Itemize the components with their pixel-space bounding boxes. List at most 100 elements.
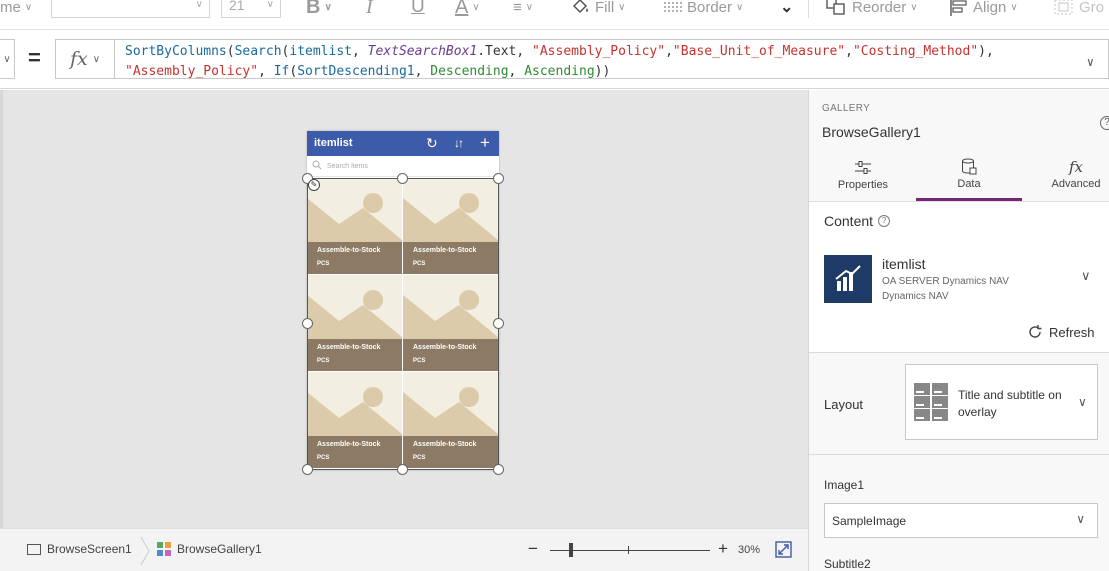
gallery-item[interactable]: Assemble-to-Stock PCS	[403, 372, 498, 468]
zoom-level: 30%	[738, 544, 761, 556]
breadcrumb-control[interactable]: BrowseGallery1	[157, 542, 262, 556]
more-options-button[interactable]: ⌄	[780, 0, 793, 19]
chevron-down-icon: ∨	[24, 1, 33, 13]
info-icon[interactable]: ?	[878, 215, 891, 227]
border-button[interactable]: Border ∨	[663, 0, 743, 19]
italic-icon: I	[366, 0, 373, 18]
gallery-item[interactable]: Assemble-to-Stock PCS	[307, 178, 402, 274]
gallery-item[interactable]: Assemble-to-Stock PCS	[403, 178, 498, 274]
content-label: Content ?	[824, 213, 891, 229]
add-icon[interactable]: +	[480, 134, 490, 152]
italic-button[interactable]: I	[366, 0, 373, 19]
gallery-item-subtitle: PCS	[413, 455, 426, 461]
tab-advanced[interactable]: fx Advanced	[1023, 153, 1109, 201]
formula-token: ,	[352, 44, 368, 59]
underline-icon: U	[411, 0, 425, 17]
formula-token: (	[226, 44, 235, 59]
property-selector[interactable]: ∨	[0, 39, 15, 79]
fill-button[interactable]: Fill ∨	[571, 0, 626, 19]
group-icon	[1054, 0, 1073, 15]
gallery-icon	[157, 542, 171, 556]
resize-handle[interactable]	[302, 318, 313, 329]
text-align-button[interactable]: ≡ ∨	[513, 0, 533, 19]
database-icon	[962, 158, 977, 175]
formula-token: SortByColumns	[125, 44, 227, 59]
bold-button[interactable]: B ∨	[306, 0, 332, 19]
resize-handle[interactable]	[493, 173, 504, 184]
resize-handle[interactable]	[493, 318, 504, 329]
formula-token: TextSearchBox1	[367, 44, 478, 59]
zoom-out-button[interactable]: −	[528, 539, 538, 559]
gallery-item-subtitle: PCS	[317, 455, 330, 461]
section-divider	[809, 454, 1109, 455]
control-name-dropdown[interactable]: me ∨	[0, 0, 32, 19]
formula-token: SortDescending1	[297, 64, 415, 79]
formula-token: Descending	[430, 64, 509, 79]
datasource-name[interactable]: itemlist	[882, 256, 926, 272]
refresh-label: Refresh	[1049, 324, 1095, 340]
zoom-in-button[interactable]: +	[718, 539, 728, 559]
font-color-icon: A	[455, 0, 469, 18]
zoom-slider-track[interactable]	[550, 550, 710, 551]
control-type-label: GALLERY	[822, 103, 871, 114]
font-color-button[interactable]: A ∨	[455, 0, 480, 19]
resize-handle[interactable]	[302, 464, 313, 475]
breadcrumb-screen[interactable]: BrowseScreen1	[27, 542, 132, 556]
resize-handle[interactable]	[397, 464, 408, 475]
zoom-slider-tick	[628, 546, 629, 554]
tab-properties[interactable]: Properties	[810, 153, 916, 201]
underline-button[interactable]: U	[411, 0, 425, 19]
fx-icon: fx	[69, 48, 88, 70]
border-label: Border	[687, 0, 733, 16]
layout-thumbnail-icon	[914, 383, 948, 421]
image-field-dropdown[interactable]: SampleImage ∨	[824, 503, 1098, 538]
sort-icon[interactable]: ↓↑	[454, 134, 464, 152]
gallery-item[interactable]: Assemble-to-Stock PCS	[307, 275, 402, 371]
breadcrumb-control-label: BrowseGallery1	[177, 542, 262, 556]
gallery-item[interactable]: Assemble-to-Stock PCS	[307, 372, 402, 468]
refresh-button[interactable]: Refresh	[1027, 324, 1095, 340]
fit-to-window-icon[interactable]	[775, 541, 792, 558]
help-icon[interactable]: ?	[1100, 116, 1109, 130]
sliders-icon	[855, 161, 871, 174]
gallery-item-title: Assemble-to-Stock	[317, 441, 381, 448]
function-picker-button[interactable]: fx ∨	[55, 39, 115, 79]
chevron-down-icon: ∨	[910, 1, 918, 13]
resize-handle[interactable]	[493, 464, 504, 475]
font-family-dropdown[interactable]: ∨	[51, 0, 210, 18]
section-divider	[809, 352, 1109, 353]
datasource-type: Dynamics NAV	[882, 291, 949, 302]
tab-advanced-label: Advanced	[1051, 178, 1101, 190]
bold-icon: B	[306, 0, 321, 18]
zoom-slider-thumb[interactable]	[569, 543, 573, 557]
ribbon-toolbar: me ∨ ∨ 21 ∨ B ∨ I U A ∨ ≡ ∨ Fill ∨ Borde…	[0, 0, 1109, 30]
chevron-down-icon: ∨	[1076, 512, 1085, 526]
gallery-item[interactable]: Assemble-to-Stock PCS	[403, 275, 498, 371]
formula-input[interactable]: SortByColumns(Search(itemlist, TextSearc…	[115, 39, 1109, 79]
reorder-label: Reorder	[852, 0, 907, 16]
chevron-down-icon: ∨	[618, 1, 626, 13]
font-size-dropdown[interactable]: 21 ∨	[221, 0, 281, 18]
align-label: Align	[973, 0, 1007, 16]
layout-dropdown[interactable]: Title and subtitle on overlay ∨	[905, 364, 1098, 440]
group-button[interactable]: Gro	[1053, 0, 1104, 19]
search-icon	[312, 160, 322, 170]
search-placeholder: Search items	[327, 163, 368, 170]
gallery-item-subtitle: PCS	[317, 261, 330, 267]
align-button[interactable]: Align ∨	[949, 0, 1018, 19]
reorder-button[interactable]: Reorder ∨	[826, 0, 918, 19]
datasource-chevron-down-icon[interactable]: ∨	[1081, 268, 1091, 284]
refresh-icon	[1029, 325, 1042, 338]
formula-token: If	[273, 64, 290, 79]
resize-handle[interactable]	[397, 173, 408, 184]
chevron-down-icon: ∨	[195, 0, 203, 10]
tab-data[interactable]: Data	[916, 153, 1022, 201]
formula-token: ),	[978, 44, 994, 59]
edit-template-icon[interactable]: ✎	[308, 179, 320, 191]
refresh-icon[interactable]: ↻	[426, 134, 438, 152]
gallery-item-title: Assemble-to-Stock	[413, 247, 477, 254]
expand-formula-chevron-icon[interactable]: ∨	[1087, 52, 1094, 72]
browse-gallery[interactable]: Assemble-to-Stock PCS Assemble-to-Stock PCS…	[307, 178, 499, 470]
gallery-item-title: Assemble-to-Stock	[413, 344, 477, 351]
gallery-item-overlay: Assemble-to-Stock PCS	[307, 436, 402, 468]
